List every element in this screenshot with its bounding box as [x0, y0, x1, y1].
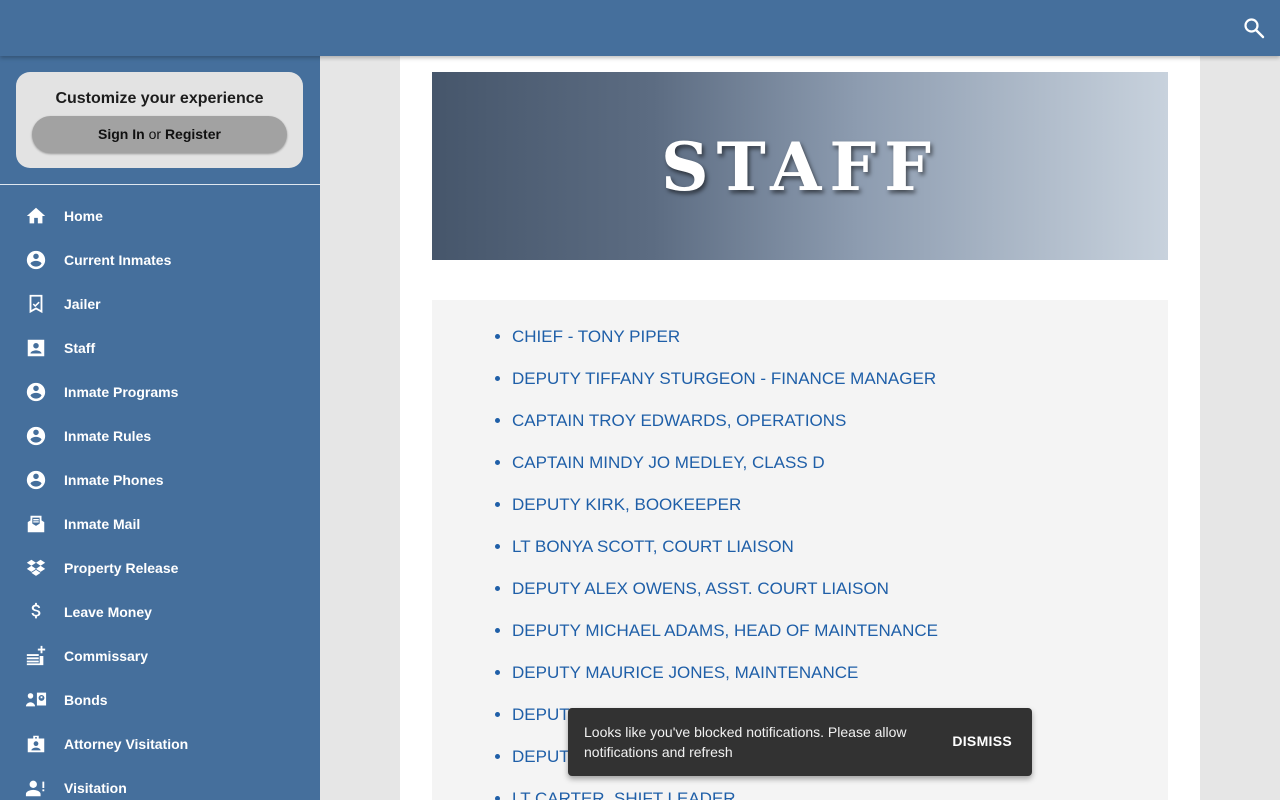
sidebar-item-staff[interactable]: Staff	[0, 326, 320, 370]
list-item: LT CARTER, SHIFT LEADER	[512, 788, 938, 800]
list-item: DEPUTY MAURICE JONES, MAINTENANCE	[512, 662, 938, 704]
or-text: or	[148, 126, 162, 142]
dismiss-button[interactable]: DISMISS	[952, 733, 1012, 749]
contact-card-icon	[24, 336, 48, 360]
sidebar-item-bonds[interactable]: Bonds	[0, 678, 320, 722]
staff-link[interactable]: DEPUTY TIFFANY STURGEON - FINANCE MANAGE…	[512, 369, 936, 388]
sidebar-item-label: Attorney Visitation	[64, 736, 189, 752]
sidebar-item-label: Home	[64, 208, 103, 224]
sidebar-item-label: Inmate Programs	[64, 384, 179, 400]
account-circle-icon	[24, 380, 48, 404]
sidebar-item-label: Visitation	[64, 780, 127, 796]
sidebar-item-label: Inmate Rules	[64, 428, 152, 444]
list-item: CHIEF - TONY PIPER	[512, 326, 938, 368]
staff-link[interactable]: CAPTAIN TROY EDWARDS, OPERATIONS	[512, 411, 846, 430]
home-icon	[24, 204, 48, 228]
sign-in-register-button[interactable]: Sign In or Register	[32, 116, 287, 153]
staff-link[interactable]: DEPUTY ALEX OWENS, ASST. COURT LIAISON	[512, 579, 889, 598]
sign-in-link[interactable]: Sign In	[98, 126, 145, 142]
account-circle-icon	[24, 248, 48, 272]
account-circle-icon	[24, 424, 48, 448]
toast-message: Looks like you've blocked notifications.…	[584, 724, 907, 760]
sidebar-item-home[interactable]: Home	[0, 194, 320, 238]
sidebar-item-visitation[interactable]: Visitation	[0, 766, 320, 800]
staff-link[interactable]: CHIEF - TONY PIPER	[512, 327, 680, 346]
page-banner: STAFF	[432, 72, 1168, 260]
list-item: DEPUTY ALEX OWENS, ASST. COURT LIAISON	[512, 578, 938, 620]
search-icon[interactable]	[1242, 16, 1266, 40]
sidebar-item-label: Property Release	[64, 560, 179, 576]
customize-title: Customize your experience	[55, 90, 264, 107]
sidebar-item-label: Jailer	[64, 296, 101, 312]
account-circle-icon	[24, 468, 48, 492]
sidebar-item-label: Leave Money	[64, 604, 152, 620]
list-item: CAPTAIN MINDY JO MEDLEY, CLASS D	[512, 452, 938, 494]
bonds-icon	[24, 688, 48, 712]
dollar-icon	[24, 600, 48, 624]
top-bar	[0, 0, 1280, 56]
sidebar-item-jailer[interactable]: Jailer	[0, 282, 320, 326]
commissary-icon	[24, 644, 48, 668]
sidebar-item-label: Inmate Mail	[64, 516, 141, 532]
sidebar-divider	[0, 184, 320, 185]
staff-link[interactable]: LT BONYA SCOTT, COURT LIAISON	[512, 537, 794, 556]
staff-link[interactable]: DEPUT	[512, 705, 570, 724]
sidebar-item-label: Staff	[64, 340, 96, 356]
list-item: CAPTAIN TROY EDWARDS, OPERATIONS	[512, 410, 938, 452]
content-card: STAFF CHIEF - TONY PIPER DEPUTY TIFFANY …	[400, 56, 1200, 800]
customize-panel: Customize your experience Sign In or Reg…	[16, 72, 303, 168]
badge-check-icon	[24, 292, 48, 316]
list-item: DEPUTY KIRK, BOOKEEPER	[512, 494, 938, 536]
sidebar-item-inmate-mail[interactable]: Inmate Mail	[0, 502, 320, 546]
sidebar: Customize your experience Sign In or Reg…	[0, 56, 320, 800]
staff-link[interactable]: DEPUTY MICHAEL ADAMS, HEAD OF MAINTENANC…	[512, 621, 938, 640]
sidebar-item-inmate-phones[interactable]: Inmate Phones	[0, 458, 320, 502]
register-link[interactable]: Register	[165, 126, 221, 142]
list-item: DEPUTY MICHAEL ADAMS, HEAD OF MAINTENANC…	[512, 620, 938, 662]
notification-toast: Looks like you've blocked notifications.…	[568, 708, 1032, 776]
list-item: LT BONYA SCOTT, COURT LIAISON	[512, 536, 938, 578]
sidebar-item-property-release[interactable]: Property Release	[0, 546, 320, 590]
staff-link[interactable]: DEPUTY KIRK, BOOKEEPER	[512, 495, 741, 514]
briefcase-person-icon	[24, 732, 48, 756]
list-item: DEPUTY TIFFANY STURGEON - FINANCE MANAGE…	[512, 368, 938, 410]
staff-link[interactable]: LT CARTER, SHIFT LEADER	[512, 789, 736, 800]
sidebar-item-label: Bonds	[64, 692, 108, 708]
sidebar-item-inmate-programs[interactable]: Inmate Programs	[0, 370, 320, 414]
sidebar-item-label: Inmate Phones	[64, 472, 164, 488]
dropbox-icon	[24, 556, 48, 580]
staff-link[interactable]: DEPUT	[512, 747, 570, 766]
sidebar-item-attorney-visitation[interactable]: Attorney Visitation	[0, 722, 320, 766]
page-title: STAFF	[660, 128, 940, 206]
sidebar-item-current-inmates[interactable]: Current Inmates	[0, 238, 320, 282]
sidebar-item-leave-money[interactable]: Leave Money	[0, 590, 320, 634]
staff-link[interactable]: CAPTAIN MINDY JO MEDLEY, CLASS D	[512, 453, 825, 472]
sidebar-item-label: Commissary	[64, 648, 149, 664]
mail-icon	[24, 512, 48, 536]
person-alert-icon	[24, 776, 48, 800]
sidebar-item-commissary[interactable]: Commissary	[0, 634, 320, 678]
sidebar-item-label: Current Inmates	[64, 252, 172, 268]
sidebar-item-inmate-rules[interactable]: Inmate Rules	[0, 414, 320, 458]
sidebar-nav: Home Current Inmates Jailer Staff Inmate…	[0, 194, 320, 800]
staff-link[interactable]: DEPUTY MAURICE JONES, MAINTENANCE	[512, 663, 858, 682]
